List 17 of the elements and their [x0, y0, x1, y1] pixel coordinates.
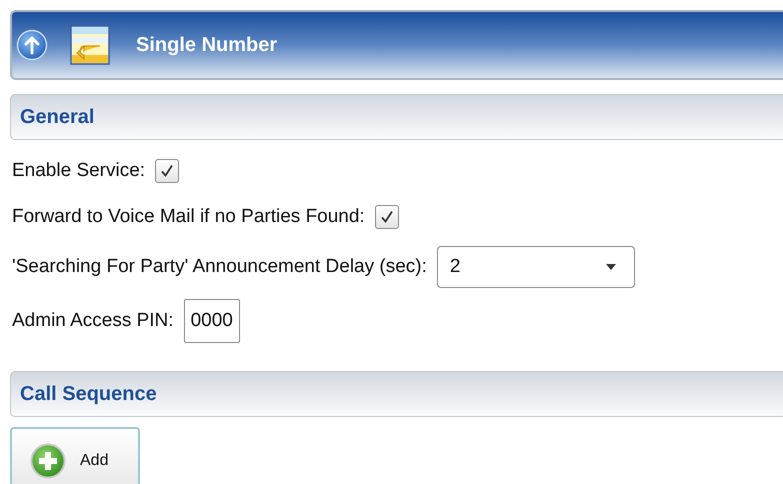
- check-mark-icon: [378, 209, 395, 225]
- field-label: Admin Access PIN:: [12, 310, 174, 332]
- checkbox[interactable]: [374, 205, 399, 229]
- add-button[interactable]: Add: [10, 427, 140, 484]
- plus-icon: [30, 443, 66, 479]
- field-label: Forward to Voice Mail if no Parties Found:: [12, 206, 365, 228]
- caret-icon: [606, 264, 616, 270]
- pin-field[interactable]: 0000: [184, 299, 240, 343]
- section-title: Call Sequence: [20, 382, 157, 406]
- forward-list-icon: [70, 25, 110, 65]
- delay-dropdown[interactable]: 2: [436, 246, 635, 288]
- checkbox[interactable]: [155, 159, 180, 183]
- field-label: 'Searching For Party' Announcement Delay (sec):: [12, 256, 427, 278]
- page-title: Single Number: [136, 34, 278, 56]
- check-mark-icon: [159, 163, 176, 179]
- section-title: General: [20, 106, 94, 128]
- field-label: Enable Service:: [12, 160, 146, 182]
